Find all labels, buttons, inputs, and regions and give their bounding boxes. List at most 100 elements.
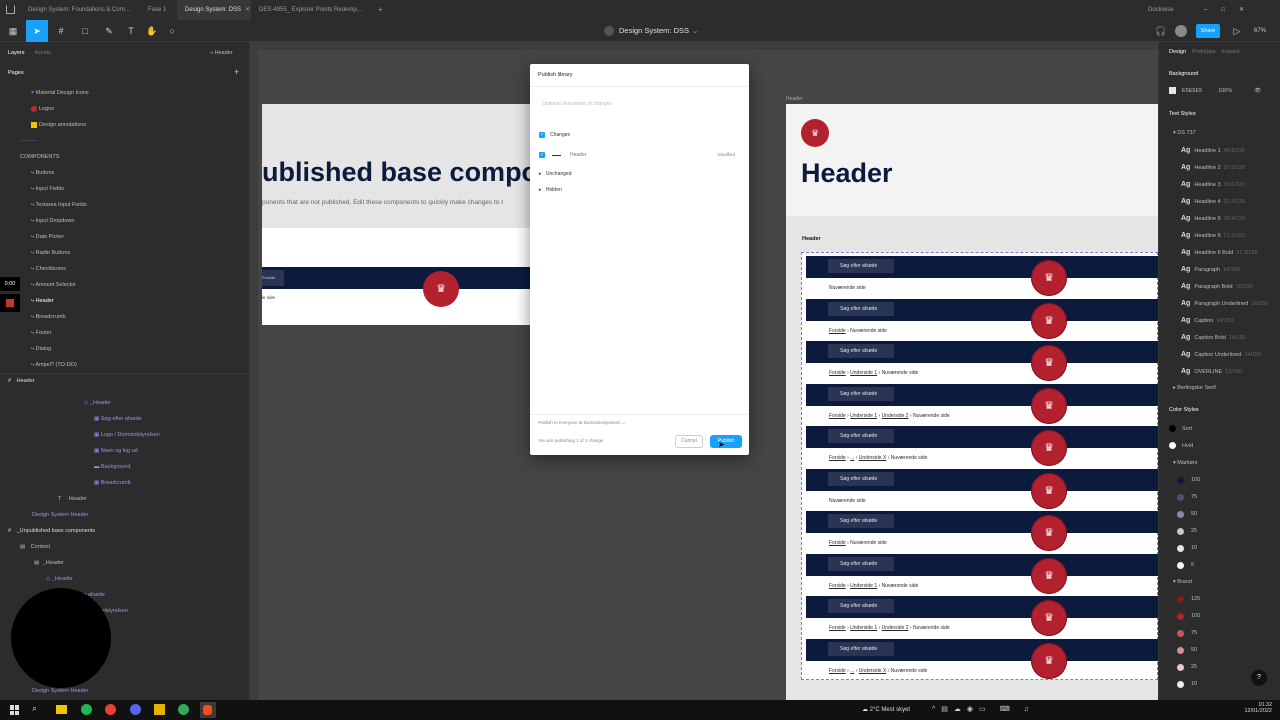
search-button[interactable]: Søg efter afsøde — [828, 259, 894, 273]
color-style-sort[interactable]: Sort — [1159, 421, 1280, 438]
clock[interactable]: 10.32 12/01/2022 — [1222, 702, 1272, 714]
text-style-item[interactable]: Ag Caption Bold 14/150 — [1159, 329, 1280, 346]
text-style-item[interactable]: Ag Caption 14/150 — [1159, 312, 1280, 329]
pen-tool-icon[interactable]: ✎ — [98, 20, 120, 42]
layer-item[interactable]: Design System Header — [0, 683, 249, 699]
tab-foundations[interactable]: Design System: Foundations & Com... — [20, 0, 138, 20]
window-controls[interactable]: –□✕ — [1196, 0, 1280, 20]
text-style-item[interactable]: Ag Headline 3 30.5/120 — [1159, 176, 1280, 193]
tab-fase1[interactable]: Fase 1 — [140, 0, 176, 20]
tab-assets[interactable]: Assets — [35, 50, 52, 56]
breadcrumb-link[interactable]: Underside 2 — [882, 413, 909, 419]
header-item-checkbox[interactable]: ✓ — [539, 152, 545, 158]
text-style-item[interactable]: Ag Headline 6 21.3/150 — [1159, 227, 1280, 244]
brand-group[interactable]: ▾ Brand — [1159, 574, 1280, 591]
layer-item[interactable]: ▬ Background — [0, 459, 249, 475]
page-breadcrumb[interactable]: ⤷ Header — [210, 45, 249, 61]
search-button[interactable]: Søg efter afsøde — [828, 514, 894, 528]
search-button[interactable]: Søg efter afsøde — [828, 556, 894, 571]
move-tool-icon[interactable]: ➤ — [26, 20, 48, 42]
page-item[interactable]: ⤷ Input Dropdown — [0, 213, 249, 229]
layer-item[interactable]: ▤ Content — [0, 539, 249, 555]
layer-item[interactable]: ▦ Søg efter afsøde — [0, 411, 249, 427]
page-item[interactable]: ⤷ Amount Selector — [0, 277, 249, 293]
home-icon[interactable] — [6, 5, 15, 14]
text-style-item[interactable]: Ag Headline 2 37.5/120 — [1159, 159, 1280, 176]
color-style-item[interactable]: 100 — [1159, 472, 1280, 489]
text-tool-icon[interactable]: T — [120, 20, 142, 42]
page-item[interactable]: Design annotations — [0, 117, 249, 133]
color-style-item[interactable]: 50 — [1159, 506, 1280, 523]
publish-to-dropdown[interactable]: Publish to everyone at Domstolsstyrelsen… — [538, 420, 626, 426]
color-style-item[interactable]: 25 — [1159, 523, 1280, 540]
breadcrumb-link[interactable]: Underside 1 — [850, 583, 877, 589]
text-style-item[interactable]: Ag Headline 5 28.4/120 — [1159, 210, 1280, 227]
tab-inspect[interactable]: Inspect — [1222, 49, 1240, 55]
unchanged-group[interactable]: ▸ Unchanged — [539, 171, 571, 177]
ds-group[interactable]: ▾ DS 737 — [1159, 125, 1280, 142]
text-style-item[interactable]: Ag Headline 1 48.8/116 — [1159, 142, 1280, 159]
breadcrumb-link[interactable]: Underside X — [859, 668, 887, 674]
breadcrumb-link[interactable]: Forside — [829, 583, 846, 589]
layer-item[interactable]: ▤ _Header — [0, 555, 249, 571]
tab-design-system-dss[interactable]: Design System: DSS ✕ — [177, 0, 251, 20]
search-button[interactable]: Søg efter afsøde — [828, 471, 894, 486]
file-explorer-icon[interactable] — [56, 705, 67, 714]
color-style-item[interactable]: 10 — [1159, 540, 1280, 557]
search-button[interactable]: Søg efter afsøde — [828, 386, 894, 401]
search-button[interactable]: Søg efter afsøde — [828, 429, 894, 443]
system-tray-icons[interactable]: ^▤☁◉▭ ⌨ ♫ — [932, 700, 1035, 720]
close-icon[interactable]: ✕ — [245, 7, 250, 13]
page-item[interactable]: ⤷ Dialog — [0, 341, 249, 357]
pen-app-icon[interactable] — [154, 704, 165, 715]
new-tab-icon[interactable]: + — [370, 0, 384, 20]
page-item[interactable]: ⤷ Footer — [0, 325, 249, 341]
breadcrumb-link[interactable]: Forside — [829, 370, 846, 376]
color-style-item[interactable]: 125 — [1159, 591, 1280, 608]
add-page-icon[interactable]: + — [234, 67, 239, 77]
color-style-item[interactable]: 100 — [1159, 608, 1280, 625]
layer-frame-root[interactable]: # Header — [0, 373, 249, 389]
tab-design[interactable]: Design Prototype Inspect — [1159, 44, 1280, 61]
layer-item[interactable]: ◇ _Header — [0, 395, 249, 411]
comment-tool-icon[interactable]: ○ — [161, 20, 183, 42]
text-style-item[interactable]: Ag Paragraph Underlined 16/150 — [1159, 295, 1280, 312]
cancel-button[interactable]: Cancel — [675, 435, 703, 448]
windows-start-icon[interactable] — [10, 705, 20, 715]
layer-item[interactable]: Design System Header — [0, 507, 249, 523]
breadcrumb-link[interactable]: Forside — [829, 625, 846, 631]
breadcrumb-link[interactable]: Forside — [829, 455, 846, 461]
layer-item[interactable]: T Header — [0, 491, 249, 507]
zoom-level[interactable]: 67% — [1254, 20, 1266, 42]
figma-app-icon[interactable] — [200, 702, 216, 718]
layer-item[interactable]: ▦ Navn og log ud — [0, 443, 249, 459]
frame-label[interactable]: Header — [786, 96, 802, 102]
marker-group[interactable]: ▾ Markørs — [1159, 455, 1280, 472]
color-style-item[interactable]: 5 — [1159, 557, 1280, 574]
shape-tool-icon[interactable]: □ — [74, 20, 96, 42]
layer-item[interactable]: ▦ Logo / Domstolstyrelsen — [0, 427, 249, 443]
eye-icon[interactable]: 👁 — [1254, 88, 1261, 94]
berlingske-group[interactable]: ▸ Berlingske Serif — [1159, 380, 1280, 397]
text-style-item[interactable]: Ag Headline 4 31.5/120 — [1159, 193, 1280, 210]
color-style-item[interactable]: 75 — [1159, 489, 1280, 506]
spotify-icon[interactable] — [81, 704, 92, 715]
breadcrumb-link[interactable]: Forside — [829, 540, 846, 546]
page-item[interactable]: ⤷ Breadcrumb — [0, 309, 249, 325]
present-icon[interactable]: ▷ — [1226, 20, 1248, 42]
search-button[interactable]: Søg efter afsøde — [828, 641, 894, 656]
breadcrumb-link[interactable]: Underside 1 — [850, 413, 877, 419]
search-button[interactable]: Søg efter afsøde — [828, 344, 894, 358]
page-item[interactable]: ⤷ Date Picker — [0, 229, 249, 245]
page-item[interactable]: ⤷ Checkboxes — [0, 261, 249, 277]
search-icon[interactable]: ⌕ — [32, 703, 37, 714]
description-input[interactable]: Optional description of changes — [542, 101, 612, 107]
breadcrumb-link[interactable]: Underside X — [859, 455, 887, 461]
hidden-group[interactable]: ▸ Hidden — [539, 187, 562, 193]
record-button[interactable] — [0, 294, 20, 312]
layer-item[interactable]: # _Unpublished base components — [0, 523, 249, 539]
page-item-active[interactable]: ⤷ Header — [0, 293, 249, 309]
text-style-item[interactable]: Ag OVERLINE 12/150 — [1159, 363, 1280, 380]
color-style-hvid[interactable]: Hvid — [1159, 438, 1280, 455]
changes-checkbox[interactable]: ✓ — [539, 132, 545, 138]
